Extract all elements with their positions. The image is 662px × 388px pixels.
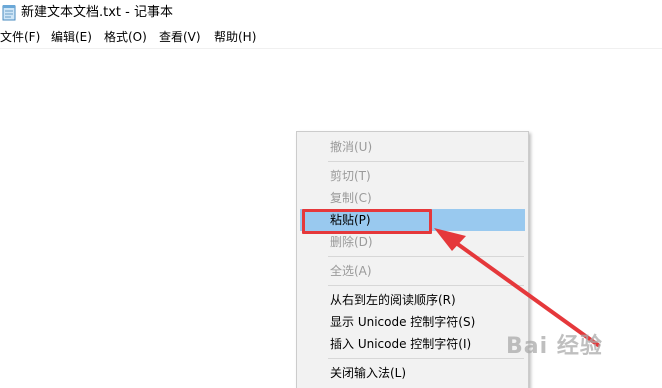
menu-item-show-unicode[interactable]: 显示 Unicode 控制字符(S) [300,311,525,333]
menu-view[interactable]: 查看(V) [159,30,201,45]
menu-separator [328,161,524,162]
menu-item-insert-unicode[interactable]: 插入 Unicode 控制字符(I) [300,333,525,355]
menu-separator [328,358,524,359]
menu-item-cut[interactable]: 剪切(T) [300,165,525,187]
notepad-icon [2,5,16,21]
menu-item-delete[interactable]: 删除(D) [300,231,525,253]
menu-item-select-all[interactable]: 全选(A) [300,260,525,282]
menu-item-paste[interactable]: 粘贴(P) [300,209,525,231]
menu-edit[interactable]: 编辑(E) [51,30,92,45]
menu-item-undo[interactable]: 撤消(U) [300,136,525,158]
menu-item-close-ime[interactable]: 关闭输入法(L) [300,362,525,384]
menu-item-rtl-reading[interactable]: 从右到左的阅读顺序(R) [300,289,525,311]
menu-file[interactable]: 文件(F) [0,30,40,45]
menu-separator [328,285,524,286]
menu-separator [328,256,524,257]
watermark: Bai 经验 [506,334,603,359]
context-menu: 撤消(U) 剪切(T) 复制(C) 粘贴(P) 删除(D) 全选(A) 从右到左… [296,131,529,388]
title-bar: 新建文本文档.txt - 记事本 [0,0,662,26]
menu-item-copy[interactable]: 复制(C) [300,187,525,209]
menu-bar: 文件(F) 编辑(E) 格式(O) 查看(V) 帮助(H) [0,28,662,48]
window-title: 新建文本文档.txt - 记事本 [21,5,173,20]
menu-format[interactable]: 格式(O) [104,30,147,45]
menu-help[interactable]: 帮助(H) [214,30,256,45]
